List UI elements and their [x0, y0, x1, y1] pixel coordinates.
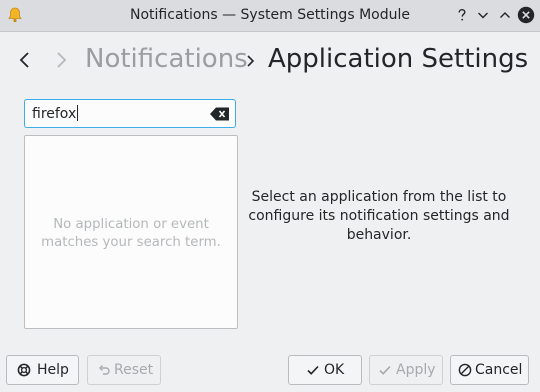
breadcrumb: Notifications Application Settings	[0, 40, 540, 82]
application-list[interactable]: No application or event matches your sea…	[24, 135, 238, 329]
text-cursor	[77, 105, 79, 121]
help-button-label: Help	[37, 362, 69, 378]
apply-button[interactable]: Apply	[369, 355, 443, 385]
cancel-button-label: Cancel	[475, 362, 523, 378]
maximize-chevron-up-icon[interactable]	[495, 5, 515, 25]
help-lifebuoy-icon	[17, 363, 31, 377]
hint-line: Select an application from the list to	[251, 189, 507, 205]
ok-button-label: OK	[324, 362, 345, 378]
reset-button-label: Reset	[114, 362, 154, 378]
back-chevron-icon[interactable]	[14, 48, 36, 72]
reset-button[interactable]: Reset	[87, 355, 161, 385]
close-icon[interactable]	[516, 5, 536, 25]
empty-message-line: matches your search term.	[41, 235, 221, 250]
breadcrumb-separator-icon	[244, 52, 258, 70]
help-question-icon[interactable]	[452, 5, 472, 25]
select-application-hint: Select an application from the list to c…	[244, 188, 514, 245]
empty-list-message: No application or event matches your sea…	[25, 216, 237, 252]
page-title: Application Settings	[268, 44, 529, 74]
apply-button-label: Apply	[396, 362, 436, 378]
checkmark-icon	[378, 363, 392, 377]
ok-button[interactable]: OK	[288, 355, 362, 385]
window-titlebar[interactable]: Notifications — System Settings Module	[0, 0, 540, 32]
checkmark-icon	[306, 363, 320, 377]
undo-icon	[97, 363, 111, 377]
hint-line: behavior.	[346, 227, 412, 243]
clear-text-icon[interactable]	[209, 106, 231, 122]
cancel-circle-icon	[458, 363, 472, 377]
breadcrumb-notifications[interactable]: Notifications	[85, 44, 248, 74]
search-input-value[interactable]: firefox	[32, 105, 79, 122]
search-field[interactable]: firefox	[24, 99, 236, 128]
hint-line: configure its notification settings and	[248, 208, 510, 224]
empty-message-line: No application or event	[53, 217, 209, 232]
cancel-button[interactable]: Cancel	[450, 355, 529, 385]
help-button[interactable]: Help	[6, 355, 79, 385]
minimize-chevron-down-icon[interactable]	[473, 5, 493, 25]
forward-chevron-icon	[50, 48, 72, 72]
